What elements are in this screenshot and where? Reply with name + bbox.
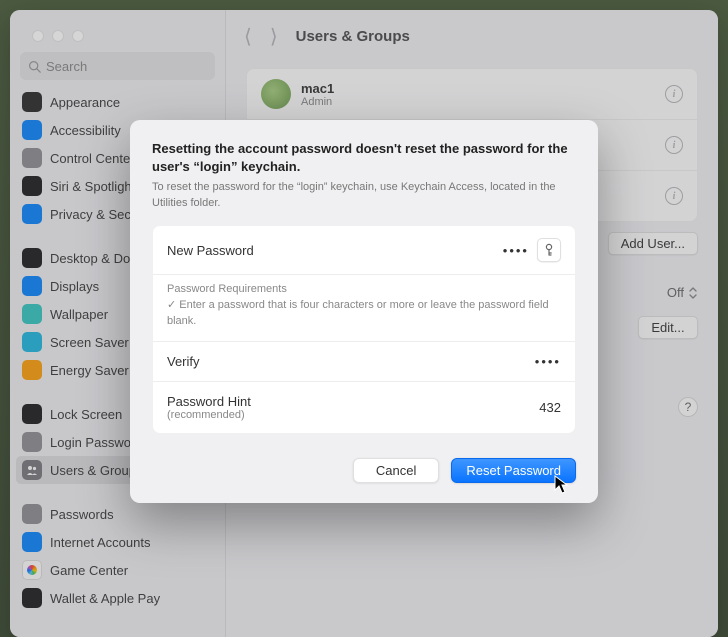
close-window-button[interactable] <box>32 30 44 42</box>
requirements-text: ✓ Enter a password that is four characte… <box>167 298 561 329</box>
zoom-window-button[interactable] <box>72 30 84 42</box>
sheet-subtitle: To reset the password for the “login” ke… <box>152 180 576 211</box>
requirements-title: Password Requirements <box>167 283 561 295</box>
form-card: New Password •••• Password Requirements … <box>152 225 576 434</box>
key-icon <box>543 243 555 257</box>
cancel-button[interactable]: Cancel <box>353 458 439 483</box>
verify-label: Verify <box>167 354 200 369</box>
new-password-label: New Password <box>167 243 254 258</box>
password-suggest-button[interactable] <box>537 238 561 262</box>
minimize-window-button[interactable] <box>52 30 64 42</box>
hint-label: Password Hint <box>167 394 251 409</box>
window-controls <box>32 30 84 42</box>
sheet-title: Resetting the account password doesn't r… <box>152 140 576 176</box>
modal-overlay: Resetting the account password doesn't r… <box>0 0 728 637</box>
new-password-field[interactable]: •••• <box>503 243 529 258</box>
hint-field[interactable]: 432 <box>539 400 561 415</box>
reset-password-button[interactable]: Reset Password <box>451 458 576 483</box>
hint-sublabel: (recommended) <box>167 409 251 421</box>
reset-password-sheet: Resetting the account password doesn't r… <box>130 120 598 503</box>
verify-field[interactable]: •••• <box>535 354 561 369</box>
